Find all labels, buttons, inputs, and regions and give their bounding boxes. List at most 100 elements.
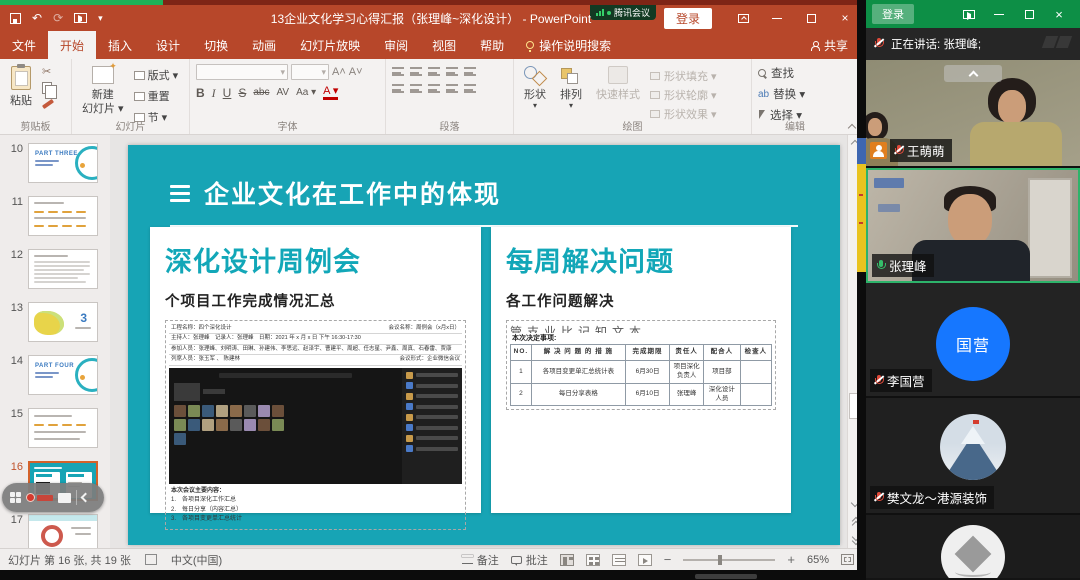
meeting-mini-widget[interactable]: 腾讯会议 — [590, 5, 656, 20]
redo-icon[interactable]: ⟳ — [53, 12, 63, 24]
shape-outline-button[interactable]: 形状轮廓 ▾ — [650, 87, 717, 103]
thumbnail-slide-10[interactable]: 10 PART THREE — [0, 143, 110, 183]
slideshow-view-button[interactable] — [638, 554, 652, 566]
layout-grid-icon[interactable] — [10, 492, 21, 503]
panel-icon[interactable] — [58, 493, 71, 503]
new-slide-button[interactable]: 新建 幻灯片 ▾ — [78, 64, 128, 120]
paste-button[interactable]: 粘贴 — [6, 64, 36, 120]
collapse-videos-button[interactable] — [944, 65, 1002, 82]
video-tile-wangmengmeng[interactable]: 王萌萌 — [866, 60, 1080, 168]
zoom-slider[interactable] — [683, 559, 775, 561]
align-center-icon[interactable] — [410, 84, 422, 93]
strikethrough-button[interactable]: S — [238, 87, 246, 99]
shapes-button[interactable]: 形状▾ — [520, 64, 550, 120]
meeting-floating-toolbar[interactable] — [2, 483, 104, 512]
share-label: 共享 — [824, 37, 848, 54]
ppt-login-button[interactable]: 登录 — [664, 8, 712, 29]
slide-10-thumb[interactable]: PART THREE — [28, 143, 98, 183]
tab-review[interactable]: 审阅 — [372, 31, 420, 59]
reading-view-button[interactable] — [612, 554, 626, 566]
thumbnail-slide-12[interactable]: 12 — [0, 249, 110, 289]
video-tile-zhanglifeng-speaking[interactable]: 张理峰 — [866, 168, 1080, 283]
shrink-font-icon[interactable]: A˅ — [349, 67, 363, 78]
format-painter-icon[interactable] — [42, 99, 54, 109]
align-right-icon[interactable] — [428, 84, 440, 93]
start-slideshow-icon[interactable] — [74, 13, 87, 23]
meeting-restore-button[interactable] — [1014, 0, 1044, 28]
reset-button[interactable]: 重置 — [134, 88, 179, 104]
accessibility-icon[interactable] — [145, 554, 157, 565]
fit-slide-button[interactable] — [841, 554, 854, 565]
grow-font-icon[interactable]: A˄ — [332, 67, 346, 78]
maximize-button[interactable] — [794, 5, 828, 31]
copy-icon[interactable] — [42, 82, 52, 94]
clear-strike-icon[interactable]: abc — [253, 88, 269, 98]
save-icon[interactable] — [10, 13, 21, 24]
font-size-select[interactable]: ▾ — [291, 64, 329, 80]
cut-icon[interactable]: ✂ — [42, 67, 54, 78]
zoom-level[interactable]: 65% — [807, 554, 829, 566]
line-spacing-icon[interactable] — [464, 67, 476, 76]
minimize-button[interactable] — [760, 5, 794, 31]
layout-button[interactable]: 版式 ▾ — [134, 67, 179, 83]
current-slide[interactable]: 企业文化在工作中的体现 深化设计周例会 个项目工作完成情况汇总 工程名称：四个深… — [128, 145, 840, 545]
columns-icon[interactable] — [464, 84, 476, 93]
thumbnail-slide-14[interactable]: 14 PART FOUR — [0, 355, 110, 395]
tab-animations[interactable]: 动画 — [240, 31, 288, 59]
justify-icon[interactable] — [446, 84, 458, 93]
right-card[interactable]: 每周解决问题 各工作问题解决 管支业比记知文本 本次决定事项: NO. 解 决 … — [491, 227, 791, 513]
replace-button[interactable]: ab替换 ▾ — [758, 86, 832, 102]
tab-design[interactable]: 设计 — [144, 31, 192, 59]
tab-home[interactable]: 开始 — [48, 31, 96, 59]
tab-slideshow[interactable]: 幻灯片放映 — [288, 31, 372, 59]
italic-button[interactable]: I — [212, 87, 216, 99]
qat-dropdown-icon[interactable]: ▾ — [98, 14, 103, 23]
underline-button[interactable]: U — [223, 87, 232, 99]
tab-help[interactable]: 帮助 — [468, 31, 516, 59]
meeting-login-button[interactable]: 登录 — [872, 4, 914, 24]
avatar-tile-fanwenlong[interactable]: 樊文龙～港源装饰 — [866, 398, 1080, 515]
language-indicator[interactable]: 中文(中国) — [171, 552, 222, 568]
zoom-slider-thumb[interactable] — [718, 555, 722, 565]
meeting-close-button[interactable]: × — [1044, 0, 1074, 28]
change-case-icon[interactable]: Aa ▾ — [296, 88, 316, 98]
bold-button[interactable]: B — [196, 87, 205, 99]
shape-fill-button[interactable]: 形状填充 ▾ — [650, 68, 717, 84]
align-left-icon[interactable] — [392, 84, 404, 93]
ribbon-display-options-button[interactable] — [726, 5, 760, 31]
find-button[interactable]: 查找 — [758, 65, 832, 81]
thumbnail-slide-13[interactable]: 13 3 — [0, 302, 110, 342]
left-card[interactable]: 深化设计周例会 个项目工作完成情况汇总 工程名称：四个深化设计会议名称：周例会（… — [150, 227, 481, 513]
quick-styles-button[interactable]: 快速样式 — [592, 64, 644, 120]
meeting-minimize-button[interactable] — [984, 0, 1014, 28]
undo-icon[interactable]: ↶ — [32, 12, 42, 24]
share-button[interactable]: 共享 — [797, 31, 862, 59]
font-color-button[interactable]: A ▾ — [323, 86, 338, 100]
font-name-select[interactable]: ▾ — [196, 64, 288, 80]
tab-view[interactable]: 视图 — [420, 31, 468, 59]
thumbnail-slide-15[interactable]: 15 — [0, 408, 110, 448]
char-spacing-icon[interactable]: AV — [276, 88, 289, 98]
decrease-indent-icon[interactable] — [428, 67, 440, 76]
tab-insert[interactable]: 插入 — [96, 31, 144, 59]
arrange-button[interactable]: 排列▾ — [556, 64, 586, 120]
tab-transitions[interactable]: 切换 — [192, 31, 240, 59]
collapse-ribbon-icon[interactable] — [848, 122, 856, 130]
normal-view-button[interactable] — [560, 554, 574, 566]
collapse-left-icon[interactable] — [81, 493, 91, 503]
thumbnail-slide-17[interactable]: 17 — [0, 514, 110, 548]
zoom-out-button[interactable]: − — [664, 553, 672, 566]
cast-button[interactable] — [954, 0, 984, 28]
avatar-tile-partial[interactable] — [866, 515, 1080, 578]
comments-toggle[interactable]: 批注 — [511, 552, 548, 568]
notes-toggle[interactable]: 备注 — [462, 552, 499, 568]
tell-me-search[interactable]: 操作说明搜索 — [516, 31, 621, 59]
increase-indent-icon[interactable] — [446, 67, 458, 76]
zoom-in-button[interactable]: + — [787, 553, 795, 566]
slide-sorter-view-button[interactable] — [586, 554, 600, 566]
bullets-icon[interactable] — [392, 67, 404, 76]
thumbnail-slide-11[interactable]: 11 — [0, 196, 110, 236]
avatar-tile-liguoying[interactable]: 国营 李国营 — [866, 283, 1080, 398]
tab-file[interactable]: 文件 — [0, 31, 48, 59]
numbering-icon[interactable] — [410, 67, 422, 76]
